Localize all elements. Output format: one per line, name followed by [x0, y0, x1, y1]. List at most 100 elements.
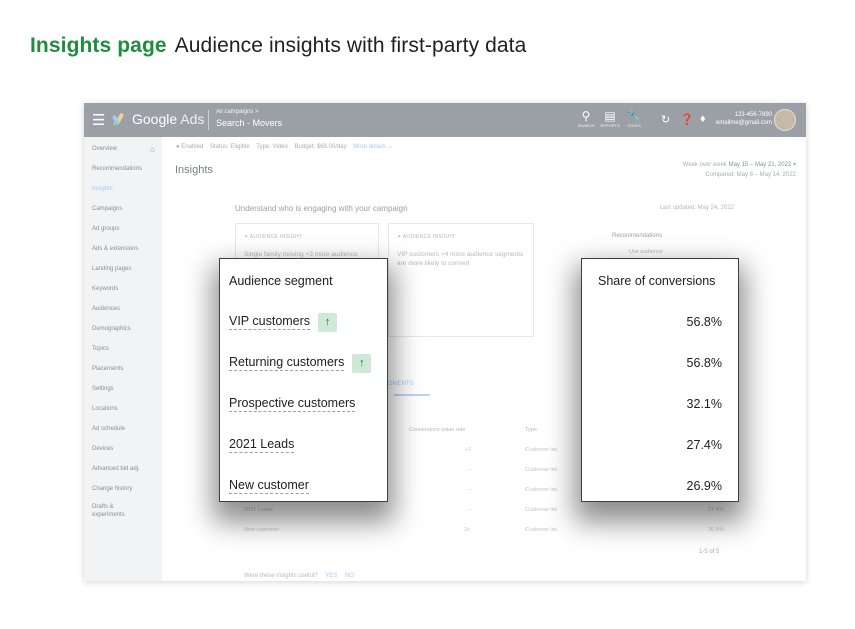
- sidebar-item-topics[interactable]: Topics: [92, 346, 109, 352]
- share-value: 56.8%: [686, 356, 722, 370]
- sidebar-item-demographics[interactable]: Demographics: [92, 326, 131, 332]
- brand-name: Google Ads: [132, 111, 204, 127]
- tools-tool[interactable]: 🔧 TOOLS: [622, 109, 646, 128]
- help-icon[interactable]: ❓: [680, 113, 694, 126]
- sidebar-item-placements[interactable]: Placements: [92, 366, 123, 372]
- sidebar-item-audiences[interactable]: Audiences: [92, 306, 120, 312]
- sidebar-item-advanced-bid[interactable]: Advanced bid adj.: [92, 466, 140, 472]
- feedback-yes-button[interactable]: YES: [325, 573, 337, 579]
- refresh-icon[interactable]: ↻: [661, 113, 670, 126]
- audience-segment-header: Audience segment: [229, 274, 333, 288]
- bell-icon[interactable]: ♦: [700, 113, 706, 125]
- tab-underline: [394, 394, 430, 396]
- sidebar-item-recommendations[interactable]: Recommendations: [92, 166, 142, 172]
- account-phone: 123-456-7890: [734, 112, 772, 118]
- feedback-prompt: Were these insights useful? YES NO: [244, 573, 354, 579]
- date-range-value: May 15 – May 21, 2022: [728, 162, 792, 168]
- table-cell-rate: 2x: [464, 527, 470, 533]
- insight-card[interactable]: ✦ AUDIENCE INSIGHT VIP customers +4 more…: [388, 223, 534, 337]
- topbar-divider: [208, 110, 209, 130]
- sidebar-item-keywords[interactable]: Keywords: [92, 286, 118, 292]
- sidebar-item-change-history[interactable]: Change history: [92, 486, 132, 492]
- brand-google: Google: [132, 111, 178, 127]
- more-details-link[interactable]: More details: [353, 144, 386, 150]
- trend-up-icon: ↑: [352, 353, 372, 373]
- insight-card-text: VIP customers +4 more audience segments …: [397, 251, 524, 267]
- status-enabled[interactable]: Enabled: [181, 144, 203, 150]
- share-of-conversions-header: Share of conversions: [598, 274, 716, 288]
- home-icon[interactable]: ⌂: [150, 145, 155, 154]
- headline-subtitle: Audience insights with first-party data: [174, 34, 527, 57]
- date-range-label: Week over week: [682, 162, 727, 168]
- table-cell-type: Customer list: [525, 507, 558, 513]
- share-of-conversions-panel: Share of conversions 56.8% 56.8% 32.1% 2…: [581, 258, 739, 502]
- segment-name[interactable]: VIP customers: [229, 314, 311, 330]
- chevron-down-icon[interactable]: ⌄: [388, 144, 393, 150]
- table-cell-type: Customer list: [525, 447, 558, 453]
- search-tool[interactable]: ⚲ SEARCH: [574, 109, 598, 128]
- reports-tool[interactable]: ▤ REPORTS: [598, 109, 622, 128]
- feedback-question: Were these insights useful?: [244, 573, 318, 579]
- top-bar: ☰ Google Ads All campaigns > Search - Mo…: [84, 103, 806, 137]
- column-header-type[interactable]: Type: [525, 427, 537, 433]
- last-updated: Last updated: May 24, 2022: [659, 205, 734, 211]
- sidebar-item-locations[interactable]: Locations: [92, 406, 118, 412]
- wrench-icon: 🔧: [626, 109, 642, 123]
- section-heading: Understand who is engaging with your cam…: [235, 204, 408, 213]
- table-cell-rate: –: [468, 487, 472, 493]
- table-cell-type: Customer list: [525, 527, 558, 533]
- date-range-picker[interactable]: Week over week May 15 – May 21, 2022 ▾ C…: [683, 160, 796, 180]
- account-info[interactable]: 123-456-7890 emailme@gmail.com: [716, 111, 772, 127]
- headline-title: Insights page: [30, 34, 167, 57]
- sidebar-item-devices[interactable]: Devices: [92, 446, 113, 452]
- menu-icon[interactable]: ☰: [92, 111, 105, 129]
- table-cell-rate: –: [468, 467, 472, 473]
- search-icon: ⚲: [581, 109, 591, 123]
- table-cell-name: New customer: [244, 527, 280, 533]
- pagination: 1-5 of 5: [699, 549, 720, 555]
- table-cell-type: Customer list: [525, 487, 558, 493]
- share-value: 32.1%: [686, 397, 722, 411]
- table-cell-name: 2021 Leads: [244, 507, 273, 513]
- campaign-name[interactable]: Search - Movers: [216, 118, 282, 128]
- breadcrumb[interactable]: All campaigns >: [216, 109, 259, 115]
- sidebar-item-ad-schedule[interactable]: Ad schedule: [92, 426, 125, 432]
- sidebar-item-drafts[interactable]: Drafts & experiments: [92, 503, 140, 519]
- share-value: 26.9%: [686, 479, 722, 493]
- sidebar-item-landing-pages[interactable]: Landing pages: [92, 266, 131, 272]
- reports-icon: ▤: [604, 109, 616, 123]
- table-cell-share: 27.4%: [708, 507, 724, 513]
- campaign-status-line: ● Enabled Status: Eligible Type: Video B…: [176, 143, 393, 150]
- account-email: emailme@gmail.com: [715, 120, 772, 126]
- google-ads-logo-icon: [112, 113, 124, 126]
- table-cell-type: Customer list: [525, 467, 558, 473]
- status-budget: Budget: $68.00/day: [294, 144, 347, 150]
- segment-row: New customer: [229, 476, 309, 496]
- sidebar-item-overview[interactable]: Overview: [92, 146, 117, 152]
- sidebar-item-insights[interactable]: Insights: [92, 186, 113, 192]
- page-headline: Insights page Audience insights with firs…: [30, 34, 526, 58]
- avatar[interactable]: [774, 109, 796, 131]
- status-type: Type: Video: [256, 144, 288, 150]
- segment-name[interactable]: Prospective customers: [229, 396, 356, 412]
- status-eligible: Status: Eligible: [210, 144, 250, 150]
- share-value: 56.8%: [686, 315, 722, 329]
- segment-name[interactable]: Returning customers: [229, 355, 345, 371]
- recommendation-item[interactable]: Use audience: [629, 249, 663, 255]
- feedback-no-button[interactable]: NO: [345, 573, 354, 579]
- segment-row: 2021 Leads: [229, 435, 295, 455]
- page-title: Insights: [175, 164, 213, 176]
- sidebar-item-ads-extensions[interactable]: Ads & extensions: [92, 246, 138, 252]
- sidebar-item-ad-groups[interactable]: Ad groups: [92, 226, 119, 232]
- column-header-value-rate[interactable]: Conversions value rate: [409, 427, 465, 433]
- sidebar-item-settings[interactable]: Settings: [92, 386, 114, 392]
- sidebar-item-campaigns[interactable]: Campaigns: [92, 206, 122, 212]
- table-cell-rate: +1: [465, 447, 472, 453]
- segment-name[interactable]: 2021 Leads: [229, 437, 295, 453]
- share-value: 27.4%: [686, 438, 722, 452]
- segment-name[interactable]: New customer: [229, 478, 309, 494]
- search-tool-label: SEARCH: [577, 123, 595, 128]
- recommendations-title: Recommendations: [612, 233, 663, 239]
- segment-row: VIP customers ↑: [229, 312, 338, 332]
- brand-ads: Ads: [180, 111, 205, 127]
